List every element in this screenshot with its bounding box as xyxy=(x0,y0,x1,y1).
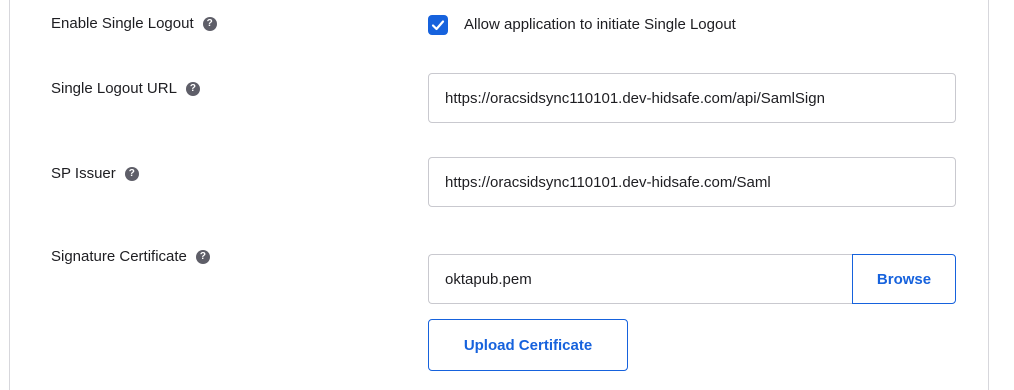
sp-issuer-input[interactable]: https://oracsidsync110101.dev-hidsafe.co… xyxy=(428,157,956,207)
upload-certificate-button[interactable]: Upload Certificate xyxy=(428,319,628,371)
signature-certificate-label: Signature Certificate ? xyxy=(51,248,210,265)
help-icon[interactable]: ? xyxy=(124,166,139,181)
sp-issuer-label: SP Issuer ? xyxy=(51,165,139,182)
sp-issuer-label-text: SP Issuer xyxy=(51,165,116,182)
checkmark-icon xyxy=(431,20,445,31)
single-logout-url-label: Single Logout URL ? xyxy=(51,80,200,97)
help-icon[interactable]: ? xyxy=(195,249,210,264)
help-icon[interactable]: ? xyxy=(185,81,200,96)
help-icon[interactable]: ? xyxy=(202,16,217,31)
panel-left-border xyxy=(0,0,10,390)
sp-issuer-value: https://oracsidsync110101.dev-hidsafe.co… xyxy=(445,173,771,191)
allow-single-logout-checkbox-label[interactable]: Allow application to initiate Single Log… xyxy=(464,16,736,33)
certificate-file-name: oktapub.pem xyxy=(445,270,532,288)
enable-single-logout-label: Enable Single Logout ? xyxy=(51,15,217,32)
signature-certificate-label-text: Signature Certificate xyxy=(51,248,187,265)
single-logout-url-label-text: Single Logout URL xyxy=(51,80,177,97)
browse-button[interactable]: Browse xyxy=(852,254,956,304)
single-logout-url-input[interactable]: https://oracsidsync110101.dev-hidsafe.co… xyxy=(428,73,956,123)
panel-right-border xyxy=(988,0,1014,390)
single-logout-url-value: https://oracsidsync110101.dev-hidsafe.co… xyxy=(445,89,825,107)
allow-single-logout-checkbox[interactable] xyxy=(428,15,448,35)
enable-single-logout-label-text: Enable Single Logout xyxy=(51,15,194,32)
certificate-file-input[interactable]: oktapub.pem xyxy=(428,254,853,304)
